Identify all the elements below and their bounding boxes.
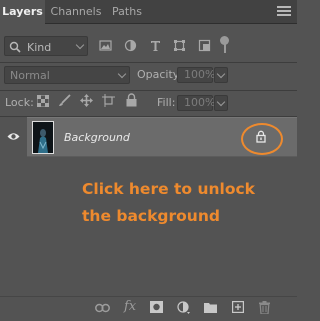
tab-channels[interactable]: Channels — [48, 0, 104, 24]
type-filter-icon[interactable] — [149, 39, 162, 52]
lock-image-pixels-icon[interactable] — [58, 94, 71, 107]
filter-kind-label: Kind — [27, 41, 52, 54]
tab-paths[interactable]: Paths — [106, 0, 148, 24]
panel-tab-bar: Layers Channels Paths — [0, 0, 297, 25]
smart-object-filter-icon[interactable] — [198, 39, 211, 52]
chevron-down-icon — [117, 69, 127, 79]
unlock-annotation: Click here to unlock the background — [82, 176, 282, 230]
layer-thumbnail-image — [33, 122, 53, 153]
layer-name[interactable]: Background — [64, 131, 130, 144]
lock-transparent-pixels-icon[interactable] — [37, 95, 49, 107]
annotation-line-1: Click here to unlock — [82, 180, 255, 198]
lock-highlight-circle — [241, 123, 283, 155]
tab-layers[interactable]: Layers — [0, 0, 45, 25]
lock-artboard-icon[interactable] — [102, 94, 115, 107]
adjustment-icon[interactable] — [177, 301, 191, 315]
opacity-input[interactable]: 100% — [177, 67, 215, 83]
chevron-down-icon — [75, 40, 85, 50]
annotation-line-2: the background — [82, 207, 220, 225]
fill-dropdown[interactable] — [214, 95, 228, 111]
opacity-dropdown[interactable] — [214, 67, 228, 83]
chevron-down-icon — [216, 97, 226, 107]
visibility-cell — [0, 117, 27, 157]
chevron-down-icon — [216, 69, 226, 79]
mask-icon[interactable] — [150, 301, 163, 313]
blend-mode-value: Normal — [10, 69, 50, 82]
fill-input[interactable]: 100% — [177, 95, 215, 111]
link-icon[interactable] — [95, 303, 110, 313]
trash-icon[interactable] — [259, 301, 270, 314]
divider — [0, 62, 297, 63]
image-filter-icon[interactable] — [99, 39, 112, 52]
fill-label: Fill: — [157, 96, 176, 109]
panel-menu-icon[interactable] — [277, 4, 291, 18]
shape-filter-icon[interactable] — [173, 39, 186, 52]
adjustment-filter-icon[interactable] — [124, 39, 137, 52]
eye-icon[interactable] — [7, 132, 20, 141]
layers-bottom-toolbar: fx — [0, 296, 297, 321]
lock-all-icon[interactable] — [126, 93, 137, 107]
blend-mode-dropdown[interactable]: Normal — [4, 66, 130, 84]
fx-icon[interactable]: fx — [124, 299, 136, 314]
folder-icon[interactable] — [204, 302, 217, 313]
opacity-label: Opacity: — [137, 68, 183, 81]
new-layer-icon[interactable] — [232, 301, 244, 313]
lock-position-icon[interactable] — [80, 94, 93, 107]
filter-toggle-stem — [224, 44, 226, 53]
filter-kind-dropdown[interactable]: Kind — [4, 36, 88, 56]
lock-label: Lock: — [5, 96, 34, 109]
divider — [0, 90, 297, 91]
layer-thumbnail[interactable] — [32, 121, 54, 154]
search-icon — [9, 41, 21, 53]
